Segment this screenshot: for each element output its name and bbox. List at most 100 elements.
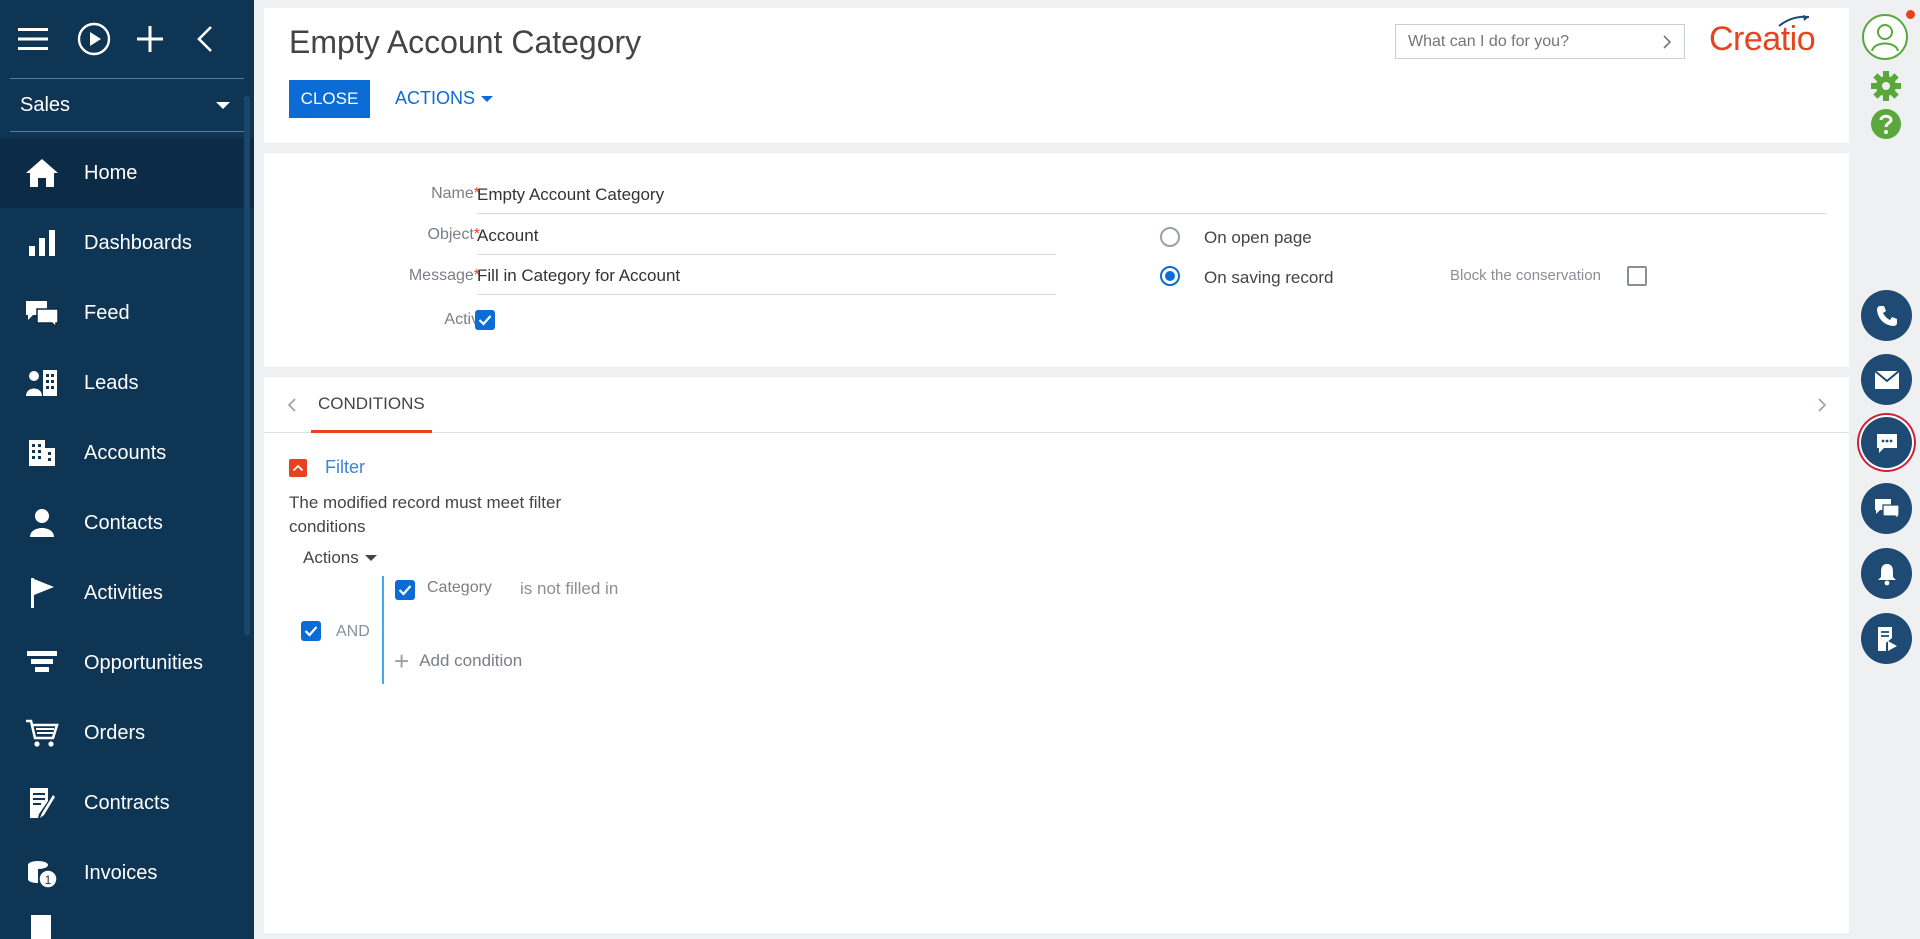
condition-checkbox[interactable]	[395, 580, 415, 600]
chevron-left-icon[interactable]	[284, 397, 300, 413]
message-field[interactable]: Fill in Category for Account	[477, 266, 1056, 295]
sidebar-item-more[interactable]	[0, 908, 254, 939]
leads-icon	[24, 365, 60, 401]
workspace-selector[interactable]: Sales	[0, 79, 254, 131]
name-field[interactable]: Empty Account Category	[477, 185, 1826, 214]
filter-actions-label: Actions	[303, 548, 359, 567]
group-operator[interactable]: AND	[336, 623, 370, 641]
sidebar-item-label: Contacts	[84, 511, 163, 534]
run-process-icon[interactable]	[77, 15, 136, 63]
user-profile-button[interactable]	[1862, 14, 1908, 60]
chevron-right-icon[interactable]	[1662, 34, 1672, 50]
block-conservation-label: Block the conservation	[1450, 267, 1601, 284]
condition-operator[interactable]: is not filled in	[520, 579, 618, 599]
chat-icon	[1876, 433, 1897, 453]
right-panel	[1853, 0, 1920, 939]
condition-field[interactable]: Category	[427, 579, 492, 597]
actions-label: ACTIONS	[395, 88, 476, 108]
filter-group-label[interactable]: Filter	[325, 457, 365, 478]
logo-swoosh-icon	[1778, 15, 1810, 27]
add-icon[interactable]	[136, 15, 195, 63]
plus-icon: +	[394, 646, 410, 676]
page-title: Empty Account Category	[289, 24, 642, 60]
flag-icon	[24, 575, 60, 611]
chevron-down-icon	[481, 95, 494, 102]
chat-button[interactable]	[1861, 417, 1912, 468]
sidebar-item-dashboards[interactable]: Dashboards	[0, 208, 254, 278]
sidebar-item-contracts[interactable]: Contracts	[0, 768, 254, 838]
workspace-label: Sales	[20, 93, 71, 116]
sidebar-item-invoices[interactable]: 1 Invoices	[0, 838, 254, 908]
tab-bar: CONDITIONS	[264, 377, 1849, 433]
add-condition-label: Add condition	[419, 651, 523, 670]
chevron-up-icon	[292, 464, 304, 472]
invoice-icon: 1	[24, 855, 60, 891]
message-label: Message*	[408, 267, 480, 284]
block-conservation-checkbox[interactable]	[1627, 266, 1647, 286]
sidebar-item-label: Invoices	[84, 861, 158, 884]
chevron-down-icon	[364, 555, 377, 561]
avatar-icon	[1871, 24, 1899, 52]
feed-icon	[1874, 498, 1900, 520]
help-icon[interactable]	[1870, 108, 1902, 140]
search-input[interactable]	[1408, 32, 1648, 51]
phone-icon	[1876, 305, 1897, 326]
sidebar-item-home[interactable]: Home	[0, 138, 254, 208]
sidebar-item-feed[interactable]: Feed	[0, 278, 254, 348]
sidebar-nav: Home Dashboards Feed Leads Accounts Cont…	[0, 138, 254, 939]
sidebar-item-activities[interactable]: Activities	[0, 558, 254, 628]
object-label-text: Object	[427, 226, 474, 243]
sidebar-item-label: Contracts	[84, 791, 170, 814]
filter-description: The modified record must meet filter con…	[289, 493, 562, 536]
feed-icon	[24, 295, 60, 331]
object-field[interactable]: Account	[477, 226, 1056, 255]
process-icon	[1877, 626, 1897, 651]
actions-menu-button[interactable]: ACTIONS	[395, 88, 494, 109]
document-icon	[24, 910, 60, 939]
check-icon	[478, 315, 492, 326]
sidebar-toolbar	[0, 0, 254, 78]
menu-icon[interactable]	[18, 15, 77, 63]
phone-button[interactable]	[1861, 290, 1912, 341]
sidebar-item-label: Activities	[84, 581, 163, 604]
process-button[interactable]	[1861, 613, 1912, 664]
chevron-right-icon[interactable]	[1814, 397, 1830, 413]
rule-form: Name* Empty Account Category Object* Acc…	[264, 153, 1849, 367]
collapse-filter-button[interactable]	[289, 459, 307, 477]
contract-icon	[24, 785, 60, 821]
message-label-text: Message	[408, 267, 474, 284]
email-icon	[1873, 369, 1900, 389]
funnel-icon	[24, 645, 60, 681]
sidebar-item-accounts[interactable]: Accounts	[0, 418, 254, 488]
close-button[interactable]: CLOSE	[289, 80, 370, 118]
sidebar: Sales Home Dashboards Feed Leads Account…	[0, 0, 254, 939]
email-button[interactable]	[1861, 354, 1912, 405]
object-label: Object*	[427, 226, 480, 243]
sidebar-item-orders[interactable]: Orders	[0, 698, 254, 768]
person-icon	[24, 505, 60, 541]
filter-actions-button[interactable]: Actions	[303, 548, 377, 568]
group-checkbox[interactable]	[301, 621, 321, 641]
chevron-down-icon	[216, 101, 230, 109]
notifications-button[interactable]	[1861, 548, 1912, 599]
bell-icon	[1877, 563, 1896, 585]
sidebar-item-opportunities[interactable]: Opportunities	[0, 628, 254, 698]
active-checkbox[interactable]	[475, 310, 495, 330]
sidebar-item-leads[interactable]: Leads	[0, 348, 254, 418]
gear-icon[interactable]	[1870, 70, 1902, 102]
on-saving-record-label: On saving record	[1204, 268, 1334, 287]
divider	[10, 131, 244, 132]
add-condition-button[interactable]: + Add condition	[394, 648, 522, 674]
on-open-page-radio[interactable]	[1160, 227, 1180, 247]
sidebar-item-label: Orders	[84, 721, 146, 744]
name-label: Name*	[431, 185, 480, 202]
collapse-sidebar-icon[interactable]	[195, 15, 254, 63]
sidebar-scrollbar[interactable]	[244, 96, 250, 636]
sidebar-item-contacts[interactable]: Contacts	[0, 488, 254, 558]
on-saving-record-radio[interactable]	[1160, 266, 1180, 286]
sidebar-item-label: Accounts	[84, 441, 167, 464]
svg-text:1: 1	[45, 873, 52, 887]
feed-button[interactable]	[1861, 483, 1912, 534]
tab-conditions[interactable]: CONDITIONS	[311, 377, 432, 433]
sidebar-item-label: Feed	[84, 301, 130, 324]
